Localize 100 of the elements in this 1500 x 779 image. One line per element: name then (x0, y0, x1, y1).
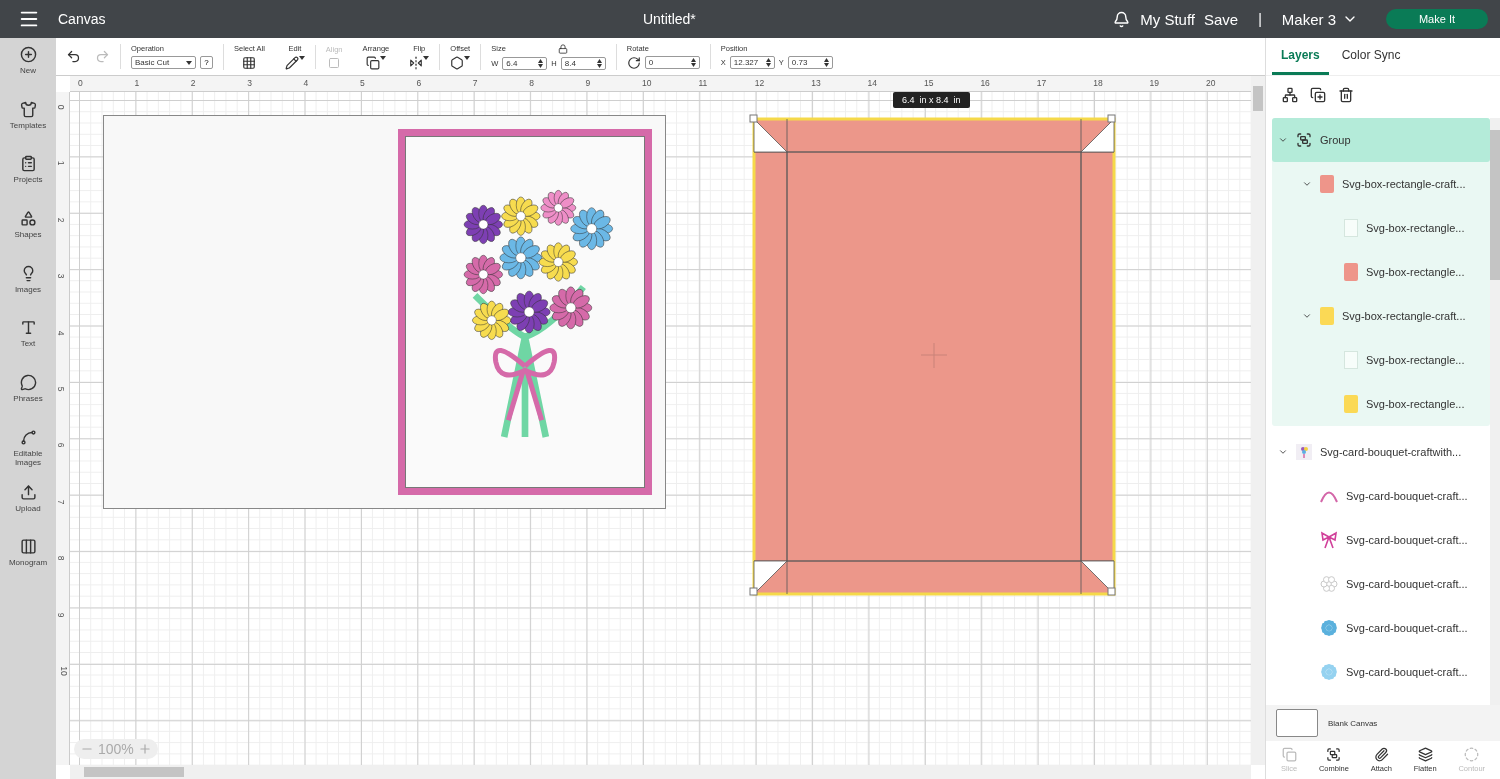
sidebar-icon (19, 319, 37, 337)
layer-name: Svg-card-bouquet-craftwith... (1320, 446, 1462, 458)
ruler-number: 8 (56, 555, 67, 561)
sidebar-icon (19, 374, 37, 392)
machine-selector[interactable]: Maker 3 (1281, 10, 1336, 28)
layer-row[interactable]: Svg-box-rectangle-craft... (1272, 162, 1490, 206)
action-icon (1417, 747, 1433, 762)
width-field[interactable]: 6.4 (502, 56, 548, 70)
save-link[interactable]: Save (1203, 10, 1239, 28)
rotate-field[interactable]: 0 (644, 56, 700, 69)
sidebar-item[interactable]: Projects (0, 155, 56, 211)
spinner-arrows-icon[interactable] (596, 58, 602, 68)
ruler-number: 12 (754, 78, 765, 88)
ruler-number: 16 (980, 78, 990, 88)
action-icon (1326, 747, 1342, 762)
caret-icon[interactable] (464, 55, 471, 60)
sidebar-item[interactable]: Shapes (0, 210, 56, 265)
lock-icon[interactable] (557, 43, 568, 54)
ruler-number: 10 (58, 666, 69, 676)
make-it-button[interactable]: Make It (1386, 9, 1488, 29)
group-icon (1296, 132, 1312, 148)
layer-name: Svg-box-rectangle-craft... (1342, 310, 1466, 322)
layer-row[interactable]: Svg-card-bouquet-craftwith... (1272, 430, 1490, 474)
empty-swatch (1344, 219, 1358, 237)
layer-row[interactable]: Svg-box-rectangle-craft... (1272, 294, 1490, 338)
layer-row[interactable]: Svg-card-bouquet-craft... (1272, 606, 1490, 650)
layer-row[interactable]: Svg-card-bouquet-craft... (1272, 562, 1490, 606)
caret-icon[interactable] (298, 55, 305, 60)
panel-tab[interactable]: Layers (1272, 48, 1329, 75)
layer-row[interactable]: Svg-card-bouquet-craft... (1272, 650, 1490, 694)
panel-tab[interactable]: Color Sync (1332, 48, 1410, 75)
ruler-number: 17 (1036, 78, 1047, 88)
layer-row[interactable]: Group (1272, 118, 1490, 162)
sidebar-icon (19, 210, 37, 228)
ruler-number: 10 (642, 78, 652, 88)
layer-row[interactable]: Svg-box-rectangle... (1272, 206, 1490, 250)
layer-name: Svg-box-rectangle... (1366, 222, 1465, 234)
blank-canvas-label: Blank Canvas (1328, 718, 1378, 728)
offset-icon[interactable] (450, 55, 471, 70)
ruler-number: 1 (134, 78, 140, 88)
arrange-icon[interactable] (365, 55, 386, 70)
layer-name: Svg-card-bouquet-craft... (1346, 622, 1468, 634)
spinner-arrows-icon[interactable] (765, 58, 771, 67)
layer-row[interactable]: Svg-box-rectangle... (1272, 338, 1490, 382)
blank-canvas-swatch[interactable] (1276, 709, 1318, 737)
empty-swatch (1344, 351, 1358, 369)
sidebar-item[interactable]: New (0, 46, 56, 101)
sidebar-item[interactable]: Phrases (0, 374, 56, 429)
ruler-number: 7 (56, 499, 67, 505)
x-field[interactable]: 12.327 (729, 56, 775, 69)
bell-icon[interactable] (1113, 10, 1131, 28)
app-section-title: Canvas (58, 11, 106, 27)
y-field[interactable]: 0.73 (787, 56, 833, 69)
undo-icon[interactable] (66, 49, 81, 64)
select-all-icon[interactable] (242, 55, 257, 70)
layer-row[interactable]: Svg-card-bouquet-craft... (1272, 474, 1490, 518)
ungroup-icon[interactable] (1282, 87, 1298, 103)
layer-name: Group (1320, 134, 1351, 146)
layer-row[interactable]: Svg-box-rectangle... (1272, 382, 1490, 426)
height-field[interactable]: 8.4 (560, 56, 606, 70)
pencil-icon[interactable] (284, 55, 305, 70)
sidebar-item[interactable]: Editable Images (0, 428, 56, 484)
help-button[interactable]: ? (200, 56, 213, 69)
caret-icon[interactable] (379, 55, 386, 60)
horizontal-scrollbar[interactable] (70, 765, 1251, 779)
spinner-arrows-icon[interactable] (690, 58, 696, 67)
sidebar-item[interactable]: Images (0, 264, 56, 320)
spinner-arrows-icon[interactable] (823, 58, 829, 67)
caret-icon[interactable] (423, 55, 430, 60)
ruler-number: 9 (56, 612, 67, 617)
caret-icon[interactable] (186, 60, 192, 65)
layer-name: Svg-box-rectangle... (1366, 398, 1465, 410)
sidebar-item[interactable]: Templates (0, 100, 56, 156)
spinner-arrows-icon[interactable] (538, 58, 544, 68)
ruler-number: 4 (303, 78, 309, 88)
duplicate-icon[interactable] (1310, 87, 1326, 103)
delete-icon[interactable] (1338, 87, 1354, 103)
bouquet-thumbnail-icon (1296, 444, 1312, 460)
sidebar-icon (19, 483, 37, 501)
zoom-level: 100% (98, 741, 134, 757)
ruler-number: 3 (56, 273, 67, 279)
sidebar-item[interactable]: Monogram (0, 538, 56, 593)
ruler-number: 1 (56, 161, 67, 166)
operation-dropdown[interactable]: Basic Cut (131, 56, 196, 69)
my-stuff-link[interactable]: My Stuff (1140, 10, 1195, 28)
flip-icon[interactable] (409, 55, 430, 70)
sidebar-item[interactable]: Text (0, 319, 56, 375)
ruler-number: 9 (585, 78, 591, 88)
ruler-number: 14 (867, 78, 878, 88)
action-icon (1464, 747, 1480, 762)
sidebar-item[interactable]: Upload (0, 483, 56, 539)
ruler-number: 13 (811, 78, 821, 88)
ruler-number: 0 (56, 104, 67, 110)
rotate-icon[interactable] (626, 55, 641, 70)
vertical-scrollbar[interactable] (1251, 76, 1265, 765)
layers-scrollbar[interactable] (1490, 118, 1500, 705)
layer-row[interactable]: Svg-box-rectangle... (1272, 250, 1490, 294)
ruler-number: 2 (56, 217, 67, 223)
layer-row[interactable]: Svg-card-bouquet-craft... (1272, 518, 1490, 562)
ruler-number: 3 (247, 78, 252, 88)
